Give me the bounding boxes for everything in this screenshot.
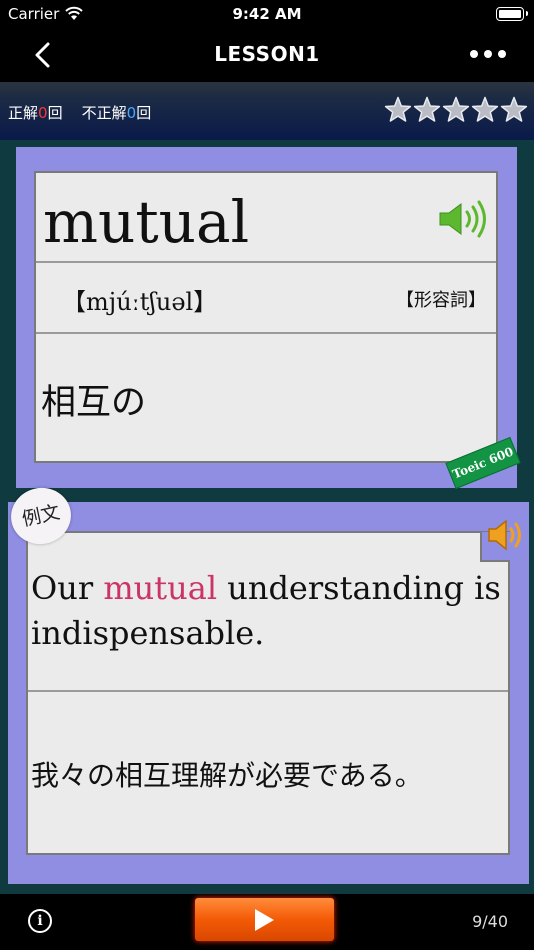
navigation-bar: LESSON1 bbox=[0, 28, 534, 82]
vocabulary-word: mutual bbox=[43, 188, 250, 256]
correct-unit: 回 bbox=[47, 104, 63, 122]
play-icon bbox=[255, 909, 274, 931]
incorrect-unit: 回 bbox=[136, 104, 152, 122]
correct-count: 0 bbox=[38, 104, 48, 122]
page-title: LESSON1 bbox=[214, 42, 320, 66]
example-sentence: Our mutual understanding is indispensabl… bbox=[31, 566, 501, 656]
divider bbox=[28, 690, 508, 692]
star-icon[interactable] bbox=[500, 96, 528, 124]
sentence-start: Our bbox=[31, 569, 104, 607]
star-rating[interactable] bbox=[384, 96, 528, 126]
divider bbox=[36, 261, 496, 263]
status-bar: Carrier 9:42 AM bbox=[0, 0, 534, 28]
info-icon[interactable]: i bbox=[28, 909, 52, 933]
more-options-icon[interactable] bbox=[470, 50, 506, 60]
incorrect-count: 0 bbox=[126, 104, 137, 122]
card-counter: 9/40 bbox=[472, 912, 508, 931]
status-time: 9:42 AM bbox=[232, 5, 302, 23]
battery-icon bbox=[496, 7, 528, 21]
star-icon[interactable] bbox=[471, 96, 499, 124]
score-counts: 正解0回 不正解0回 bbox=[8, 102, 151, 123]
star-icon[interactable] bbox=[442, 96, 470, 124]
example-translation: 我々の相互理解が必要である。 bbox=[31, 759, 423, 792]
pronunciation: 【mjúːtʃuəl】 bbox=[62, 288, 218, 316]
play-button[interactable] bbox=[195, 898, 334, 941]
sentence-highlight: mutual bbox=[103, 569, 218, 607]
word-meaning: 相互の bbox=[41, 383, 147, 423]
speaker-icon[interactable] bbox=[438, 200, 488, 238]
star-icon[interactable] bbox=[384, 96, 412, 124]
divider bbox=[36, 332, 496, 334]
score-bar: 正解0回 不正解0回 bbox=[0, 82, 534, 140]
incorrect-label: 不正解 bbox=[81, 104, 127, 122]
star-icon[interactable] bbox=[413, 96, 441, 124]
example-speaker-icon[interactable] bbox=[486, 516, 526, 554]
part-of-speech: 【形容詞】 bbox=[396, 290, 486, 311]
correct-label: 正解 bbox=[8, 104, 39, 122]
